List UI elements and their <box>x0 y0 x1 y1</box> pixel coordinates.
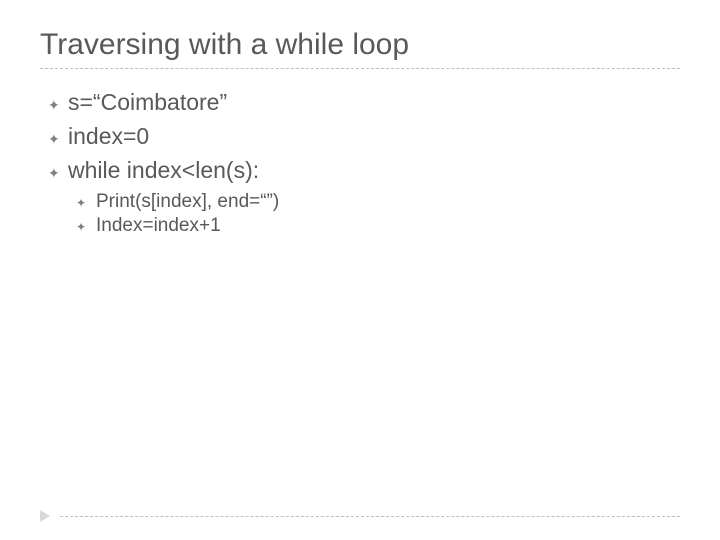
list-subitem: ✦ Print(s[index], end=“”) <box>76 191 680 213</box>
bullet-icon: ✦ <box>48 128 68 151</box>
bullet-icon: ✦ <box>48 162 68 185</box>
slide: Traversing with a while loop ✦ s=“Coimba… <box>0 0 720 540</box>
footer-arrow-icon <box>40 510 50 522</box>
slide-title: Traversing with a while loop <box>40 28 680 69</box>
bullet-icon: ✦ <box>48 94 68 117</box>
list-item: ✦ while index<len(s): <box>48 157 680 185</box>
list-subitem-text: Index=index+1 <box>96 215 221 237</box>
list-item-text: while index<len(s): <box>68 157 259 184</box>
bullet-list: ✦ s=“Coimbatore” ✦ index=0 ✦ while index… <box>48 89 680 237</box>
list-item-text: index=0 <box>68 123 149 150</box>
bullet-icon: ✦ <box>76 194 96 213</box>
list-item: ✦ index=0 <box>48 123 680 151</box>
footer-divider <box>60 516 680 517</box>
bullet-icon: ✦ <box>76 218 96 237</box>
list-subitem-text: Print(s[index], end=“”) <box>96 191 279 213</box>
list-item: ✦ s=“Coimbatore” <box>48 89 680 117</box>
list-subitem: ✦ Index=index+1 <box>76 215 680 237</box>
list-item-text: s=“Coimbatore” <box>68 89 227 116</box>
